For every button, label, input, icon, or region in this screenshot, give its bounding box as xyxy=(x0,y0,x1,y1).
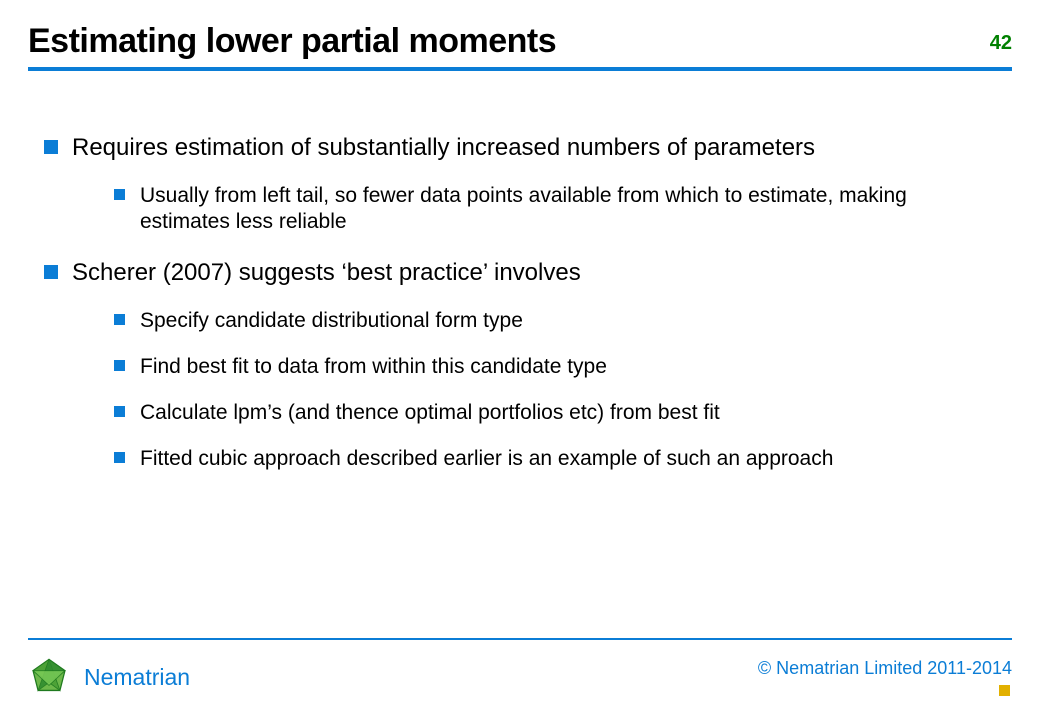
bullet-text: Specify candidate distributional form ty… xyxy=(140,309,523,332)
footer-left: Nematrian xyxy=(28,656,190,698)
bullet-text: Requires estimation of substantially inc… xyxy=(72,134,815,161)
copyright-text: © Nematrian Limited 2011-2014 xyxy=(758,658,1012,679)
bullet-level-1: Scherer (2007) suggests ‘best practice’ … xyxy=(38,258,1002,473)
footer-right: © Nematrian Limited 2011-2014 xyxy=(758,658,1012,696)
bullet-text: Calculate lpm’s (and thence optimal port… xyxy=(140,401,720,424)
bullet-text: Scherer (2007) suggests ‘best practice’ … xyxy=(72,259,581,286)
nematrian-logo-icon xyxy=(28,656,70,698)
brand-name: Nematrian xyxy=(84,664,190,691)
page-number: 42 xyxy=(990,32,1012,61)
bullet-level-2: Calculate lpm’s (and thence optimal port… xyxy=(72,400,1002,426)
bullet-level-2: Specify candidate distributional form ty… xyxy=(72,308,1002,334)
bullet-level-1: Requires estimation of substantially inc… xyxy=(38,133,1002,236)
header: Estimating lower partial moments 42 xyxy=(28,22,1012,67)
slide: Estimating lower partial moments 42 Requ… xyxy=(0,0,1040,720)
slide-body: Requires estimation of substantially inc… xyxy=(28,71,1012,638)
slide-title: Estimating lower partial moments xyxy=(28,22,556,61)
footer-square-icon xyxy=(999,685,1010,696)
bullet-text: Usually from left tail, so fewer data po… xyxy=(140,184,907,233)
bullet-level-2: Fitted cubic approach described earlier … xyxy=(72,446,1002,472)
bullet-text: Fitted cubic approach described earlier … xyxy=(140,447,833,470)
footer: Nematrian © Nematrian Limited 2011-2014 xyxy=(28,638,1012,702)
bullet-level-2: Usually from left tail, so fewer data po… xyxy=(72,183,1002,236)
bullet-text: Find best fit to data from within this c… xyxy=(140,355,607,378)
bullet-level-2: Find best fit to data from within this c… xyxy=(72,354,1002,380)
